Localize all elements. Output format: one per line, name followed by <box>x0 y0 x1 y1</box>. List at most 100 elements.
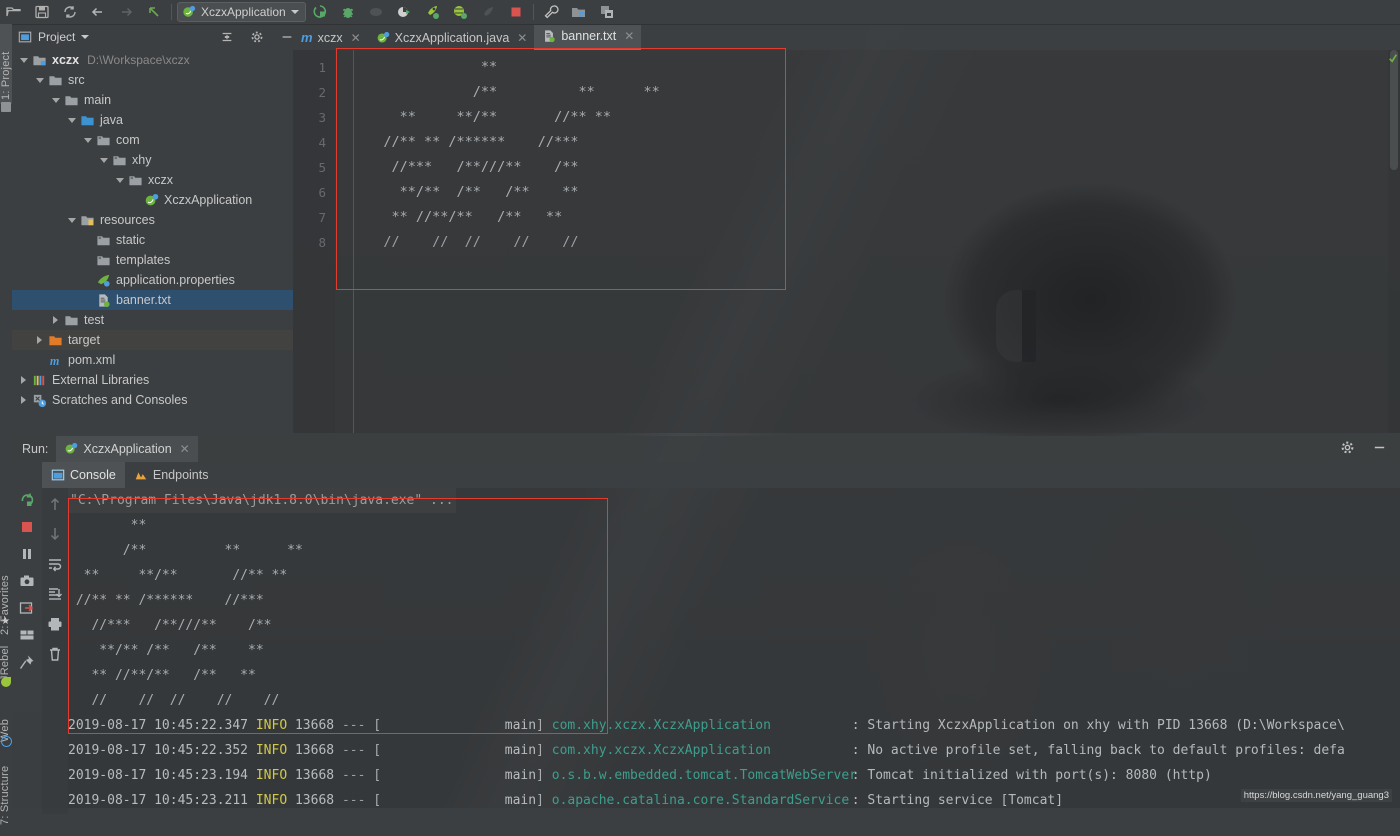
tree-node-application-properties[interactable]: application.properties <box>12 270 293 290</box>
camera-icon[interactable] <box>16 571 38 591</box>
chevron-right-icon[interactable] <box>18 375 29 386</box>
tree-node-xczx[interactable]: xczx <box>12 170 293 190</box>
layout-icon[interactable] <box>16 625 38 645</box>
last-edit-location-icon[interactable] <box>140 1 168 23</box>
chevron-down-icon[interactable] <box>18 55 29 66</box>
sidebar-item-jrebel[interactable]: JRebel <box>0 625 11 681</box>
code-line[interactable]: **/** /** /** ** <box>359 180 660 205</box>
close-icon[interactable]: ✕ <box>351 31 361 45</box>
tree-node-src[interactable]: src <box>12 70 293 90</box>
line-number: 7 <box>318 210 326 225</box>
project-tree[interactable]: xczx D:\Workspace\xczx src main java com xhy xc… <box>12 50 293 433</box>
chevron-down-icon[interactable] <box>98 155 109 166</box>
trash-icon[interactable] <box>44 644 66 664</box>
chevron-right-icon[interactable] <box>50 315 61 326</box>
tree-node-main[interactable]: main <box>12 90 293 110</box>
chevron-down-icon[interactable] <box>114 175 125 186</box>
jrebel-debug-icon[interactable] <box>446 1 474 23</box>
tree-node-scratches-and-consoles[interactable]: Scratches and Consoles <box>12 390 293 410</box>
profile-icon[interactable] <box>390 1 418 23</box>
save-all-icon[interactable] <box>28 1 56 23</box>
tree-node-test[interactable]: test <box>12 310 293 330</box>
sync-db-icon[interactable] <box>593 1 621 23</box>
code-line[interactable]: ** **/** //** ** <box>359 105 660 130</box>
project-chevron-down-icon[interactable] <box>81 35 90 39</box>
chevron-down-icon[interactable] <box>34 75 45 86</box>
code-line[interactable]: //** ** /****** //*** <box>359 130 660 155</box>
sync-icon[interactable] <box>56 1 84 23</box>
close-icon[interactable]: ✕ <box>180 442 190 456</box>
tab-xczxapplication-java[interactable]: XczxApplication.java ✕ <box>368 25 535 50</box>
close-icon[interactable]: ✕ <box>624 29 634 43</box>
rerun-icon[interactable] <box>16 490 38 510</box>
back-arrow-icon[interactable] <box>84 1 112 23</box>
project-structure-icon[interactable] <box>565 1 593 23</box>
tree-node-static[interactable]: static <box>12 230 293 250</box>
tree-node-external-libraries[interactable]: External Libraries <box>12 370 293 390</box>
tab-xczx[interactable]: m xczx ✕ <box>293 25 368 50</box>
package-icon <box>127 172 143 188</box>
tree-node-com[interactable]: com <box>12 130 293 150</box>
run-configuration-label: XczxApplication <box>201 5 286 19</box>
inspection-status-icon[interactable] <box>1388 52 1398 63</box>
tree-node-label: xczx <box>52 53 80 67</box>
code-editor[interactable]: 1 2 3 4 5 6 7 8 ** /** ** ** ** **/** //** ** /… <box>293 50 1400 433</box>
gear-icon[interactable] <box>245 26 269 48</box>
scroll-down-icon[interactable] <box>44 524 66 544</box>
folder-icon <box>63 92 79 108</box>
chevron-down-icon[interactable] <box>50 95 61 106</box>
tree-node-xczx[interactable]: xczx D:\Workspace\xczx <box>12 50 293 70</box>
tab-console[interactable]: Console <box>42 462 125 488</box>
code-line[interactable]: /** ** ** <box>359 80 660 105</box>
sidebar-item-project[interactable]: 1: Project <box>0 24 12 104</box>
sidebar-item-structure[interactable]: 7: Structure <box>0 759 11 825</box>
tree-node-banner-txt[interactable]: banner.txt <box>12 290 293 310</box>
print-icon[interactable] <box>44 614 66 634</box>
console-output[interactable]: "C:\Program Files\Java\jdk1.8.0\bin\java… <box>68 488 1400 808</box>
jrebel-icon <box>1 677 11 687</box>
chevron-right-icon[interactable] <box>18 395 29 406</box>
run-subtab-bar: Console Endpoints <box>12 462 1400 488</box>
scroll-to-end-icon[interactable] <box>44 584 66 604</box>
scrollbar-thumb[interactable] <box>1390 50 1398 170</box>
tree-node-xhy[interactable]: xhy <box>12 150 293 170</box>
chevron-down-icon[interactable] <box>82 135 93 146</box>
code-line[interactable]: ** //**/** /** ** <box>359 205 660 230</box>
stop-icon[interactable] <box>502 1 530 23</box>
tree-node-pom-xml[interactable]: m pom.xml <box>12 350 293 370</box>
pin-icon[interactable] <box>16 652 38 672</box>
code-line[interactable]: ** <box>359 55 660 80</box>
export-icon[interactable] <box>16 598 38 618</box>
soft-wrap-icon[interactable] <box>44 554 66 574</box>
close-icon[interactable]: ✕ <box>517 31 527 45</box>
pause-icon[interactable] <box>16 544 38 564</box>
tree-node-xczxapplication[interactable]: XczxApplication <box>12 190 293 210</box>
tab-endpoints[interactable]: Endpoints <box>125 462 218 488</box>
jrebel-run-icon[interactable] <box>418 1 446 23</box>
chevron-down-icon[interactable] <box>66 215 77 226</box>
code-line[interactable]: //*** /**///** /** <box>359 155 660 180</box>
chevron-down-icon[interactable] <box>290 10 299 14</box>
open-folder-icon[interactable] <box>0 1 28 23</box>
tab-banner-txt[interactable]: banner.txt ✕ <box>534 23 642 50</box>
settings-wrench-icon[interactable] <box>537 1 565 23</box>
editor-content[interactable]: ** /** ** ** ** **/** //** ** //** ** /*… <box>359 55 660 255</box>
run-icon[interactable] <box>306 1 334 23</box>
chevron-right-icon[interactable] <box>34 335 45 346</box>
tree-node-resources[interactable]: resources <box>12 210 293 230</box>
stop-icon[interactable] <box>16 517 38 537</box>
scroll-up-icon[interactable] <box>44 494 66 514</box>
code-line[interactable]: // // // // // <box>359 230 660 255</box>
hide-panel-icon[interactable] <box>1368 437 1390 457</box>
tree-node-target[interactable]: target <box>12 330 293 350</box>
structure-tab-label: 7: Structure <box>0 765 11 825</box>
run-configuration-selector[interactable]: XczxApplication <box>177 2 306 22</box>
tree-node-templates[interactable]: templates <box>12 250 293 270</box>
collapse-all-icon[interactable] <box>215 26 239 48</box>
editor-scrollbar[interactable] <box>1388 50 1400 433</box>
gear-icon[interactable] <box>1336 437 1358 457</box>
tree-node-java[interactable]: java <box>12 110 293 130</box>
run-config-tab[interactable]: XczxApplication ✕ <box>56 436 198 462</box>
debug-icon[interactable] <box>334 1 362 23</box>
chevron-down-icon[interactable] <box>66 115 77 126</box>
